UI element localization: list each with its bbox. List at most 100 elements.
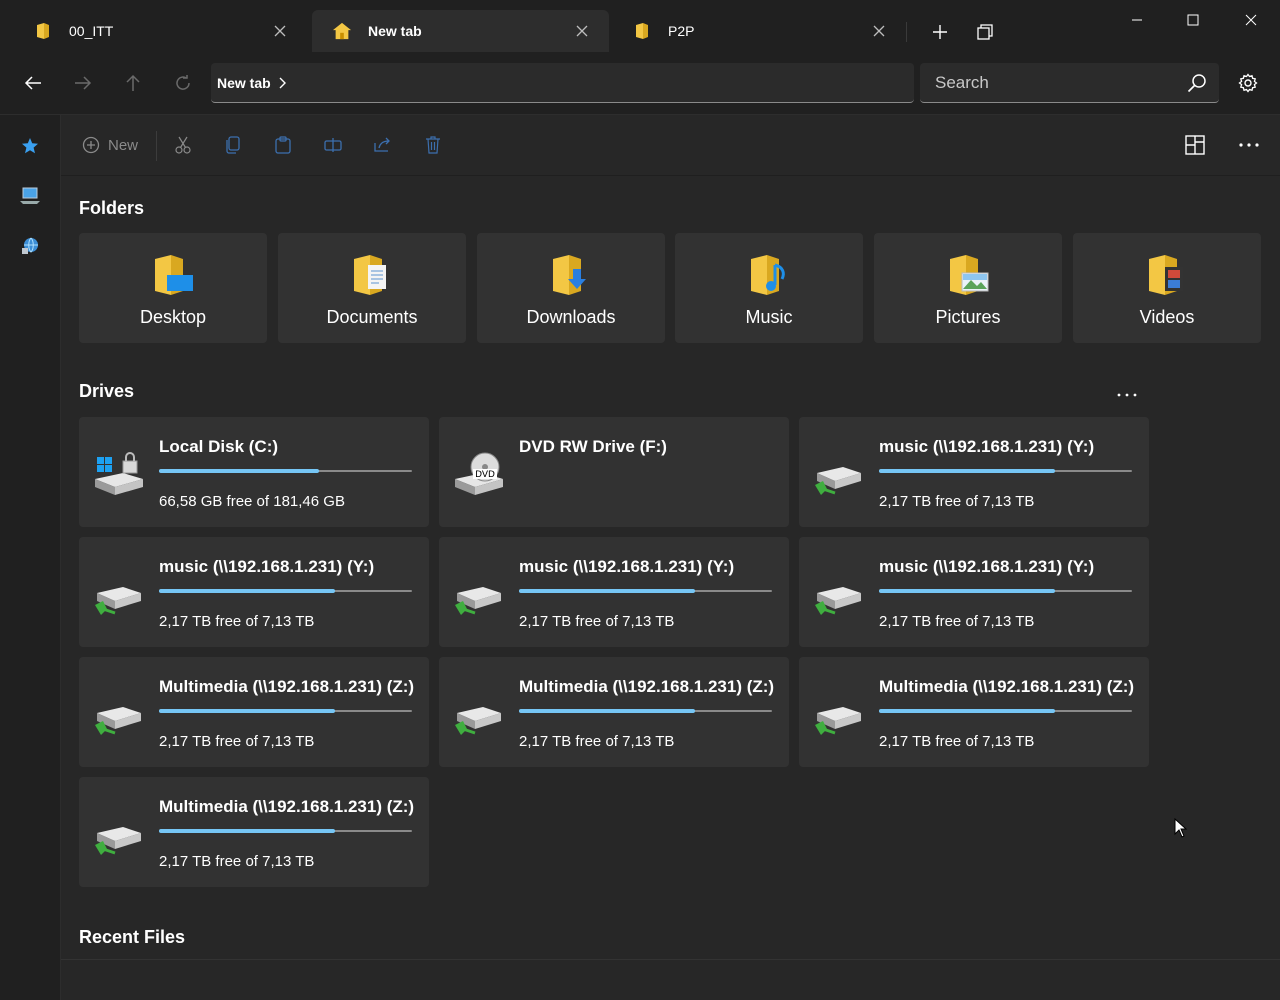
breadcrumb[interactable]: New tab (217, 75, 271, 91)
drive-card[interactable]: music (\\192.168.1.231) (Y:) 2,17 TB free… (799, 537, 1149, 647)
sidebar (0, 115, 61, 1000)
drive-usage-fill (879, 469, 1056, 473)
forward-button[interactable] (65, 66, 101, 100)
tab-actions-button[interactable] (958, 12, 1012, 52)
delete-button[interactable] (419, 129, 447, 161)
home-icon (332, 21, 352, 41)
pictures-folder-icon (950, 255, 989, 295)
up-button[interactable] (115, 66, 151, 100)
plus-icon (933, 25, 947, 39)
tab-separator (906, 22, 907, 42)
drive-card[interactable]: Multimedia (\\192.168.1.231) (Z:) 2,17 TB… (79, 777, 429, 887)
layout-grid-icon (1185, 135, 1205, 155)
drive-usage-bar (159, 589, 412, 593)
tab-00-itt[interactable]: 00_ITT (13, 10, 307, 52)
documents-folder-icon (354, 255, 386, 295)
drives-more-button[interactable] (1115, 383, 1139, 407)
search-icon[interactable] (1187, 73, 1207, 98)
tab-label: New tab (368, 23, 422, 39)
drive-card[interactable]: Multimedia (\\192.168.1.231) (Z:) 2,17 TB… (799, 657, 1149, 767)
drive-card[interactable]: DVD DVD RW Drive (F:) (439, 417, 789, 527)
drive-usage-fill (519, 589, 696, 593)
chevron-right-icon[interactable] (279, 77, 287, 89)
drive-card[interactable]: Multimedia (\\192.168.1.231) (Z:) 2,17 TB… (439, 657, 789, 767)
rename-button[interactable] (319, 129, 347, 161)
address-bar[interactable]: New tab (211, 63, 914, 103)
folder-card-downloads[interactable]: Downloads (477, 233, 665, 343)
drive-card[interactable]: Multimedia (\\192.168.1.231) (Z:) 2,17 TB… (79, 657, 429, 767)
share-icon (374, 137, 390, 152)
drive-usage-fill (159, 829, 336, 833)
more-horizontal-icon (1117, 393, 1137, 397)
drive-card[interactable]: music (\\192.168.1.231) (Y:) 2,17 TB free… (799, 417, 1149, 527)
drive-name: Multimedia (\\192.168.1.231) (Z:) (159, 797, 415, 816)
settings-button[interactable] (1230, 66, 1266, 100)
back-button[interactable] (15, 66, 51, 100)
close-icon[interactable] (271, 22, 289, 40)
refresh-button[interactable] (165, 66, 201, 100)
title-bar: 00_ITT New tab P2P (0, 0, 1280, 62)
drive-usage-fill (159, 709, 336, 713)
cut-button[interactable] (169, 129, 197, 161)
gear-icon (1238, 73, 1258, 93)
drive-usage-fill (519, 709, 696, 713)
search-box[interactable] (920, 63, 1219, 103)
folder-card-videos[interactable]: Videos (1073, 233, 1261, 343)
folder-card-documents[interactable]: Documents (278, 233, 466, 343)
close-window-button[interactable] (1224, 0, 1278, 40)
network-globe-icon (22, 237, 38, 254)
folder-card-music[interactable]: Music (675, 233, 863, 343)
drive-usage-bar (519, 589, 772, 593)
copy-button[interactable] (219, 129, 247, 161)
minimize-button[interactable] (1110, 0, 1164, 40)
sidebar-item-this-pc[interactable] (12, 178, 48, 214)
folder-label: Downloads (526, 307, 616, 327)
folder-label: Documents (326, 307, 418, 327)
scissors-icon (175, 136, 191, 154)
drive-free-space: 2,17 TB free of 7,13 TB (519, 733, 675, 750)
drive-free-space: 66,58 GB free of 181,46 GB (159, 493, 345, 510)
drive-card[interactable]: Local Disk (C:) 66,58 GB free of 181,46 G… (79, 417, 429, 527)
maximize-icon (1187, 14, 1199, 26)
svg-text:DVD: DVD (475, 470, 495, 480)
new-button[interactable]: New (79, 129, 141, 161)
drive-free-space: 2,17 TB free of 7,13 TB (879, 733, 1035, 750)
tab-p2p[interactable]: P2P (612, 10, 906, 52)
folder-label: Desktop (139, 307, 207, 327)
paste-button[interactable] (269, 129, 297, 161)
drive-name: music (\\192.168.1.231) (Y:) (879, 557, 1095, 576)
folder-card-desktop[interactable]: Desktop (79, 233, 267, 343)
videos-folder-icon (1149, 255, 1183, 295)
share-button[interactable] (369, 129, 397, 161)
tab-label: P2P (668, 23, 695, 39)
drive-card[interactable]: music (\\192.168.1.231) (Y:) 2,17 TB free… (79, 537, 429, 647)
sidebar-item-quick-access[interactable] (12, 128, 48, 164)
tab-label: 00_ITT (69, 23, 114, 39)
drive-usage-bar (159, 469, 412, 473)
close-icon[interactable] (870, 22, 888, 40)
more-horizontal-icon (1239, 143, 1259, 147)
close-icon[interactable] (573, 22, 591, 40)
tab-new-tab[interactable]: New tab (312, 10, 609, 52)
minimize-icon (1132, 19, 1142, 21)
sidebar-item-network[interactable] (12, 228, 48, 264)
drive-usage-fill (879, 589, 1056, 593)
refresh-icon (176, 75, 190, 90)
search-input[interactable] (933, 71, 1177, 94)
more-options-button[interactable] (1233, 129, 1265, 161)
main-content: New Folders Desktop Documents Downloads … (61, 115, 1280, 1000)
drives-heading: Drives (79, 381, 135, 401)
drive-usage-bar (879, 709, 1132, 713)
drive-card[interactable]: music (\\192.168.1.231) (Y:) 2,17 TB free… (439, 537, 789, 647)
layout-button[interactable] (1179, 129, 1211, 161)
folder-card-pictures[interactable]: Pictures (874, 233, 1062, 343)
folder-icon (33, 21, 53, 41)
pin-star-icon (22, 138, 38, 154)
maximize-button[interactable] (1166, 0, 1220, 40)
mouse-cursor-icon (1174, 818, 1188, 838)
drive-usage-fill (159, 469, 320, 473)
folder-icon (632, 21, 652, 41)
computer-icon (20, 187, 40, 204)
arrow-right-icon (75, 76, 92, 90)
drive-name: DVD RW Drive (F:) (519, 437, 667, 456)
